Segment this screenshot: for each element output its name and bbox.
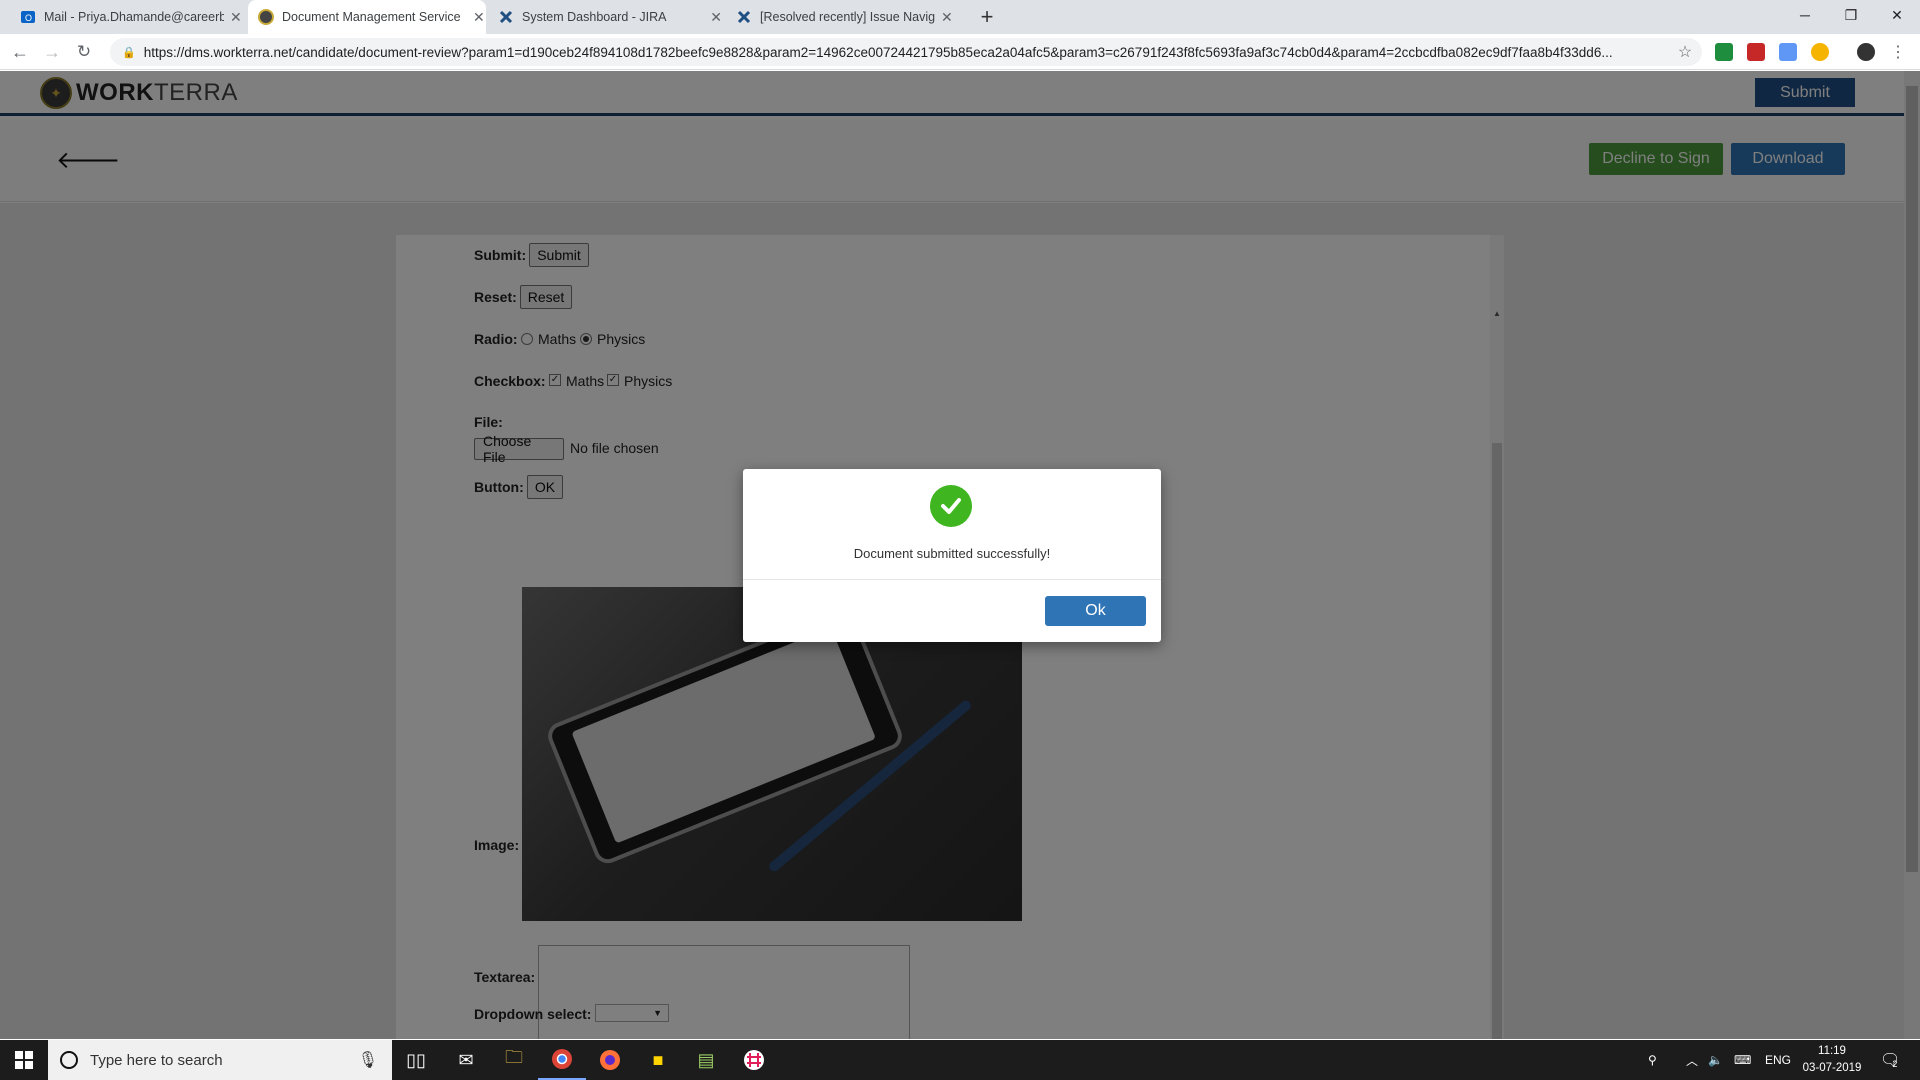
close-tab-icon[interactable]: ✕ xyxy=(473,9,485,26)
clock-time: 11:19 xyxy=(1818,1045,1846,1057)
browser-tab-strip: O Mail - Priya.Dhamande@careerb ✕ Docume… xyxy=(0,0,1920,34)
extension-icon[interactable] xyxy=(1811,43,1829,61)
tab-jira-dashboard[interactable]: System Dashboard - JIRA ✕ xyxy=(490,0,722,34)
windows-taskbar: Type here to search 🎙 ▯▯ ✉ 🗀 ■ ▤ ⚲ ︿ 🔈 ⌨… xyxy=(0,1040,1920,1080)
lock-icon: 🔒 xyxy=(122,46,136,59)
browser-toolbar: ← → ↻ 🔒 https://dms.workterra.net/candid… xyxy=(0,34,1920,70)
file-explorer-icon[interactable]: 🗀 xyxy=(490,1040,538,1080)
success-dialog: Document submitted successfully! Ok xyxy=(743,469,1161,642)
microphone-icon[interactable]: 🎙 xyxy=(358,1050,378,1070)
close-window-icon[interactable]: ✕ xyxy=(1874,0,1920,30)
restore-icon[interactable]: ❐ xyxy=(1828,0,1874,30)
task-view-icon[interactable]: ▯▯ xyxy=(392,1040,440,1080)
notification-count: 2 xyxy=(1892,1059,1898,1069)
cortana-icon xyxy=(60,1051,78,1069)
reload-icon[interactable]: ↻ xyxy=(72,40,96,64)
svg-text:O: O xyxy=(25,13,32,23)
extension-icon[interactable] xyxy=(1715,43,1733,61)
dialog-divider xyxy=(743,579,1161,580)
tab-document-management[interactable]: Document Management Service ✕ xyxy=(248,0,486,34)
tray-overflow-icon[interactable]: ︿ xyxy=(1686,1040,1698,1080)
bookmark-star-icon[interactable]: ☆ xyxy=(1673,40,1697,64)
archive-app-icon[interactable]: ▤ xyxy=(682,1040,730,1080)
search-placeholder: Type here to search xyxy=(90,1051,223,1069)
windows-start-icon[interactable] xyxy=(0,1040,48,1080)
dialog-message: Document submitted successfully! xyxy=(853,546,1051,561)
taskbar-search-box[interactable]: Type here to search 🎙 xyxy=(48,1040,392,1080)
tab-title: Document Management Service xyxy=(282,10,461,24)
minimize-icon[interactable]: ─ xyxy=(1782,0,1828,30)
tab-title: [Resolved recently] Issue Navigat xyxy=(760,10,935,24)
outlook-icon: O xyxy=(20,9,36,25)
jira-icon xyxy=(498,9,514,25)
new-tab-icon[interactable]: + xyxy=(975,4,999,29)
tab-mail[interactable]: O Mail - Priya.Dhamande@careerb ✕ xyxy=(12,0,244,34)
extension-icon[interactable] xyxy=(1747,43,1765,61)
tab-issue-navigator[interactable]: [Resolved recently] Issue Navigat ✕ xyxy=(728,0,960,34)
close-tab-icon[interactable]: ✕ xyxy=(710,9,722,26)
tab-title: Mail - Priya.Dhamande@careerb xyxy=(44,10,224,24)
action-center-icon[interactable]: 🗨 2 xyxy=(1880,1040,1900,1080)
menu-kebab-icon[interactable]: ⋮ xyxy=(1886,40,1910,64)
mail-app-icon[interactable]: ✉ xyxy=(442,1040,490,1080)
url-text: https://dms.workterra.net/candidate/docu… xyxy=(143,44,1613,60)
keyboard-icon[interactable]: ⌨ xyxy=(1734,1040,1751,1080)
dialog-ok-button[interactable]: Ok xyxy=(1045,596,1146,626)
tab-title: System Dashboard - JIRA xyxy=(522,10,667,24)
people-icon[interactable]: ⚲ xyxy=(1648,1040,1657,1080)
forward-icon[interactable]: → xyxy=(40,40,64,64)
chrome-icon[interactable] xyxy=(538,1040,586,1080)
workterra-icon xyxy=(258,9,274,25)
success-check-icon xyxy=(930,485,972,527)
close-tab-icon[interactable]: ✕ xyxy=(230,9,242,26)
profile-avatar[interactable] xyxy=(1857,43,1875,61)
taskbar-clock[interactable]: 11:19 03-07-2019 xyxy=(1797,1043,1867,1077)
sticky-notes-icon[interactable]: ■ xyxy=(634,1040,682,1080)
close-tab-icon[interactable]: ✕ xyxy=(941,9,953,26)
language-indicator[interactable]: ENG xyxy=(1765,1040,1791,1080)
clock-date: 03-07-2019 xyxy=(1802,1062,1862,1074)
jira-icon xyxy=(736,9,752,25)
address-bar[interactable]: 🔒 https://dms.workterra.net/candidate/do… xyxy=(110,38,1702,66)
extension-icon[interactable] xyxy=(1779,43,1797,61)
firefox-icon[interactable] xyxy=(586,1040,634,1080)
back-icon[interactable]: ← xyxy=(8,40,32,64)
slack-icon[interactable] xyxy=(730,1040,778,1080)
volume-icon[interactable]: 🔈 xyxy=(1708,1040,1723,1080)
